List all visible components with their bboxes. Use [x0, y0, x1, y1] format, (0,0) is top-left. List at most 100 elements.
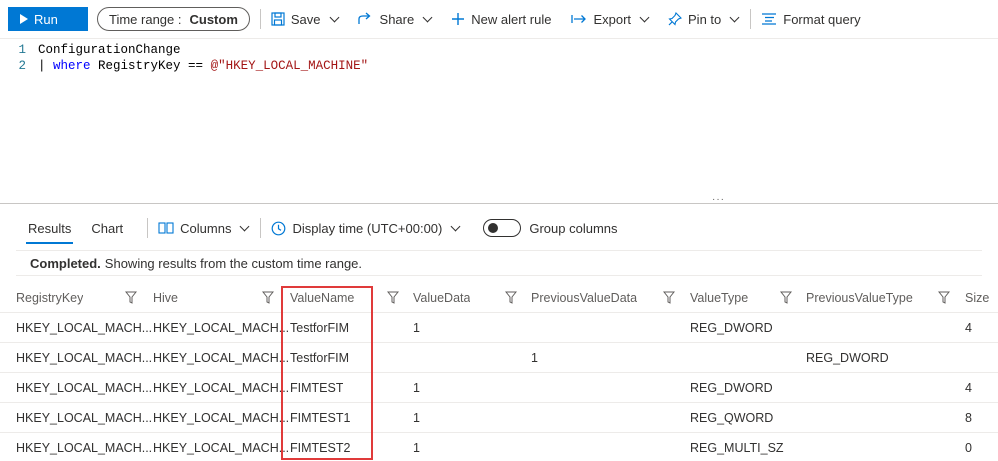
column-header[interactable]: ValueData — [413, 283, 470, 313]
toolbar-divider — [260, 218, 262, 238]
code-string: @"HKEY_LOCAL_MACHINE" — [210, 59, 369, 73]
toolbar-divider — [147, 218, 149, 238]
table-cell: REG_DWORD — [690, 321, 773, 335]
filter-icon[interactable] — [780, 291, 792, 304]
chevron-down-icon — [329, 12, 339, 22]
column-header[interactable]: PreviousValueData — [531, 283, 637, 313]
code-line-2: 2 | where RegistryKey == @"HKEY_LOCAL_MA… — [0, 58, 368, 74]
table-row[interactable]: HKEY_LOCAL_MACH... HKEY_LOCAL_MACH... FIMT… — [0, 403, 998, 433]
query-toolbar: Run Time range : Custom Save Share New a… — [0, 0, 998, 38]
table-cell: REG_QWORD — [690, 411, 774, 425]
chevron-down-icon — [422, 12, 433, 22]
table-cell: HKEY_LOCAL_MACH... — [153, 351, 290, 365]
group-columns-toggle[interactable] — [483, 219, 522, 237]
save-button[interactable]: Save — [271, 11, 339, 27]
query-editor[interactable]: 1 ConfigurationChange 2 | where Registry… — [0, 38, 998, 203]
time-range-label: Time range : — [109, 11, 182, 27]
tab-chart[interactable]: Chart — [81, 212, 133, 244]
filter-icon[interactable] — [938, 291, 950, 304]
run-button[interactable]: Run — [8, 7, 88, 31]
table-cell: 1 — [413, 441, 420, 455]
column-header[interactable]: Hive — [153, 283, 178, 313]
table-cell: 0 — [965, 441, 972, 455]
column-header[interactable]: Size — [965, 283, 989, 313]
line-number: 2 — [18, 59, 26, 73]
filter-icon[interactable] — [262, 291, 274, 304]
table-cell: 1 — [531, 351, 538, 365]
display-time-label: Display time (UTC+00:00) — [292, 220, 443, 236]
table-cell: 1 — [413, 411, 420, 425]
chevron-down-icon — [639, 12, 650, 22]
table-row[interactable]: HKEY_LOCAL_MACH... HKEY_LOCAL_MACH... FIMT… — [0, 373, 998, 403]
table-header-row: RegistryKey Hive ValueName ValueData Previou… — [0, 283, 998, 313]
table-cell: HKEY_LOCAL_MACH... — [153, 441, 290, 455]
play-icon — [20, 14, 28, 24]
query-status-bar: Completed. Showing results from the cust… — [16, 250, 982, 276]
toolbar-divider — [259, 9, 261, 29]
table-cell: HKEY_LOCAL_MACH... — [153, 411, 290, 425]
status-completed: Completed. — [30, 255, 101, 271]
chevron-down-icon — [729, 12, 740, 22]
filter-icon[interactable] — [505, 291, 517, 304]
export-icon — [571, 15, 587, 23]
columns-icon — [158, 222, 174, 234]
pin-icon — [668, 12, 682, 26]
save-label: Save — [290, 11, 321, 27]
chevron-down-icon — [450, 221, 461, 231]
run-label: Run — [34, 11, 58, 27]
export-label: Export — [593, 11, 632, 27]
tab-results[interactable]: Results — [18, 212, 81, 244]
time-range-picker[interactable]: Time range : Custom — [97, 7, 250, 31]
table-row[interactable]: HKEY_LOCAL_MACH... HKEY_LOCAL_MACH... FIMT… — [0, 433, 998, 461]
pin-to-label: Pin to — [688, 11, 722, 27]
display-time-button[interactable]: Display time (UTC+00:00) — [271, 220, 461, 236]
table-cell: HKEY_LOCAL_MACH... — [16, 441, 153, 455]
code-expression: RegistryKey == — [90, 59, 211, 73]
table-cell: REG_MULTI_SZ — [690, 441, 784, 455]
pin-to-button[interactable]: Pin to — [668, 11, 740, 27]
toolbar-divider — [750, 9, 752, 29]
code-text: ConfigurationChange — [38, 43, 181, 57]
pane-divider — [0, 203, 998, 204]
format-query-label: Format query — [783, 11, 861, 27]
filter-icon[interactable] — [125, 291, 137, 304]
table-cell: HKEY_LOCAL_MACH... — [153, 321, 290, 335]
table-cell: HKEY_LOCAL_MACH... — [16, 321, 153, 335]
share-label: Share — [379, 11, 415, 27]
table-cell: HKEY_LOCAL_MACH... — [16, 411, 153, 425]
table-cell: 1 — [413, 321, 420, 335]
filter-icon[interactable] — [663, 291, 675, 304]
export-button[interactable]: Export — [571, 11, 650, 27]
table-cell: HKEY_LOCAL_MACH... — [16, 351, 153, 365]
format-query-button[interactable]: Format query — [761, 11, 861, 27]
code-keyword: where — [53, 59, 91, 73]
table-row[interactable]: HKEY_LOCAL_MACH... HKEY_LOCAL_MACH... Test… — [0, 313, 998, 343]
table-cell: REG_DWORD — [806, 351, 889, 365]
column-header[interactable]: ValueType — [690, 283, 748, 313]
save-icon — [271, 12, 285, 26]
share-button[interactable]: Share — [357, 11, 433, 27]
status-message: Showing results from the custom time ran… — [104, 255, 363, 271]
new-alert-rule-label: New alert rule — [471, 11, 552, 27]
table-cell: 4 — [965, 321, 972, 335]
clock-icon — [272, 221, 286, 235]
columns-label: Columns — [180, 220, 232, 236]
table-cell: 1 — [413, 381, 420, 395]
column-header[interactable]: PreviousValueType — [806, 283, 913, 313]
column-header[interactable]: RegistryKey — [16, 283, 83, 313]
filter-icon[interactable] — [387, 291, 399, 304]
table-cell: HKEY_LOCAL_MACH... — [16, 381, 153, 395]
format-icon — [762, 13, 777, 25]
share-icon — [357, 12, 371, 24]
table-cell: 8 — [965, 411, 972, 425]
columns-button[interactable]: Columns — [158, 220, 250, 236]
new-alert-rule-button[interactable]: New alert rule — [451, 12, 551, 27]
table-row[interactable]: HKEY_LOCAL_MACH... HKEY_LOCAL_MACH... Test… — [0, 343, 998, 373]
chevron-down-icon — [240, 221, 250, 231]
results-toolbar: Results Chart Columns Display time (UTC+… — [0, 212, 998, 244]
table-cell: HKEY_LOCAL_MACH... — [153, 381, 290, 395]
valuename-highlight-box — [281, 286, 373, 460]
table-cell: 4 — [965, 381, 972, 395]
code-line-1: 1 ConfigurationChange — [0, 42, 181, 58]
table-cell: REG_DWORD — [690, 381, 773, 395]
